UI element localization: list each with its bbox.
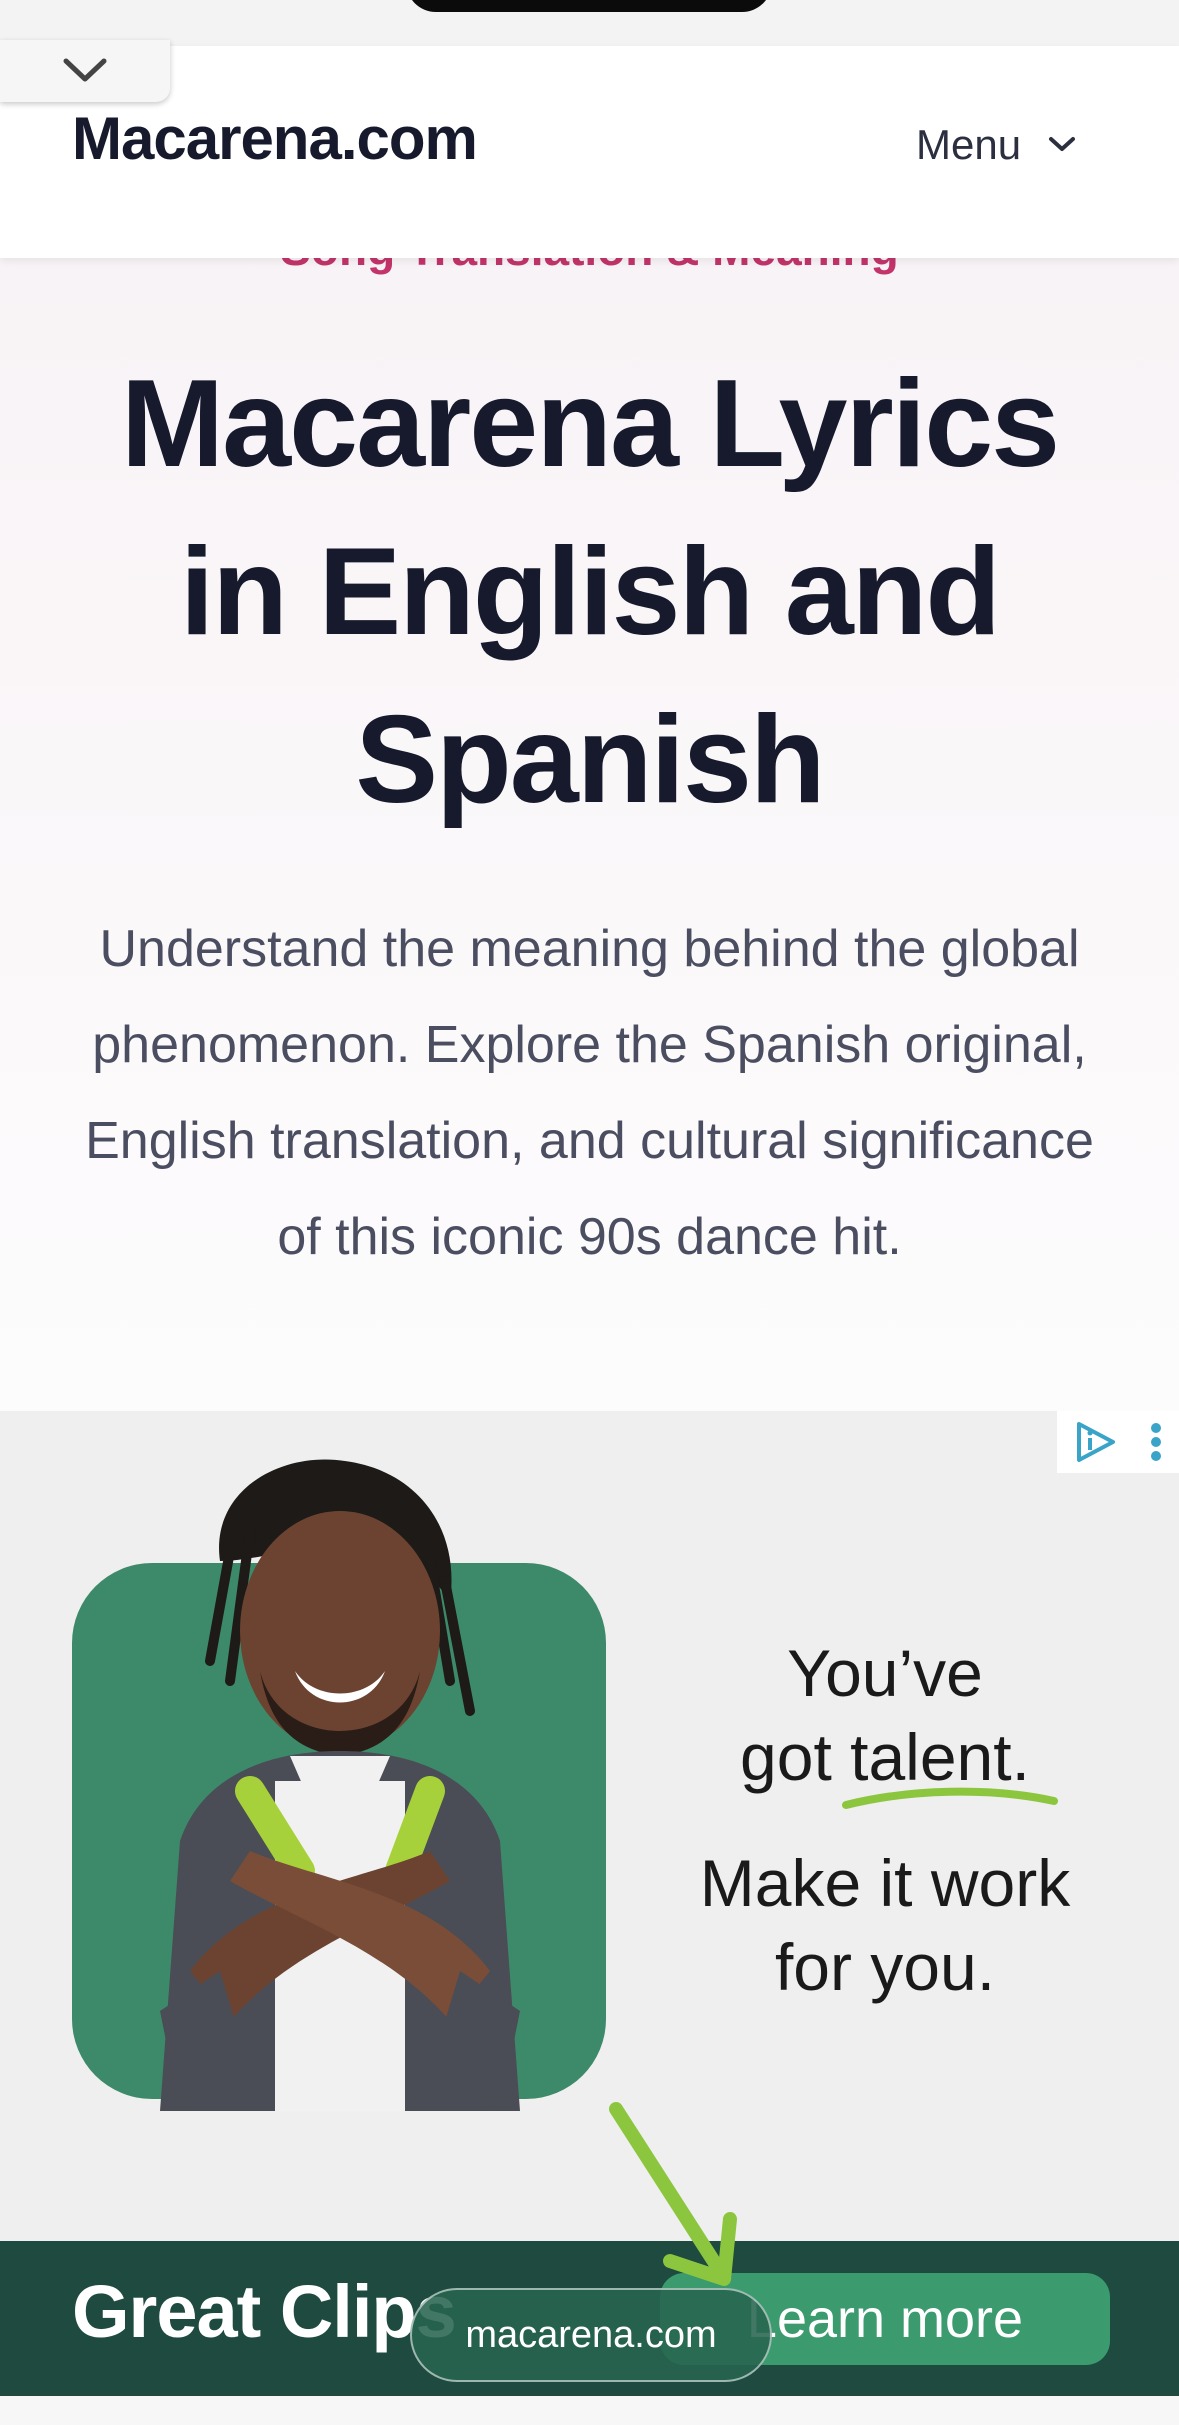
hero-section: Song Translation & Meaning Macarena Lyri…: [0, 258, 1179, 1411]
menu-button[interactable]: Menu: [916, 110, 1077, 180]
hero-subtitle: Understand the meaning behind the global…: [85, 920, 1094, 1266]
ad-underline-decoration: [842, 1787, 1058, 1809]
ad-sub-line: Make it work: [699, 1846, 1071, 1920]
camera-cutout: [406, 0, 772, 12]
ad-headline-line: You’ve: [787, 1636, 983, 1710]
ad-person-image: [160, 1459, 520, 2111]
ad-subheadline: Make it work for you.: [650, 1841, 1120, 2009]
ad-brand-logo: Great Clips: [72, 2270, 457, 2353]
ad-sub-line: for you.: [774, 1930, 996, 2004]
advertisement[interactable]: You’ve got talent. Make it work for you.…: [0, 1411, 1179, 2396]
page-title: Macarena Lyrics in English and Spanish: [120, 355, 1060, 829]
site-header: Macarena.com Menu: [0, 46, 1179, 258]
chevron-down-icon: [1049, 137, 1076, 151]
site-logo[interactable]: Macarena.com: [72, 104, 478, 173]
ad-choices[interactable]: [1057, 1411, 1179, 1473]
arrow-icon: [609, 2102, 737, 2286]
address-bar-url[interactable]: macarena.com: [410, 2288, 772, 2382]
status-strip: [0, 0, 1179, 46]
ad-headline: You’ve got talent.: [650, 1631, 1120, 1799]
bottom-strip: [0, 2396, 1179, 2425]
more-options-icon[interactable]: [1148, 1420, 1164, 1464]
menu-label: Menu: [916, 121, 1022, 168]
collapse-toolbar-button[interactable]: [0, 40, 170, 102]
chevron-down-icon: [63, 58, 107, 82]
hero-kicker: Song Translation & Meaning: [0, 258, 1179, 276]
ad-choices-icon[interactable]: [1073, 1420, 1117, 1464]
